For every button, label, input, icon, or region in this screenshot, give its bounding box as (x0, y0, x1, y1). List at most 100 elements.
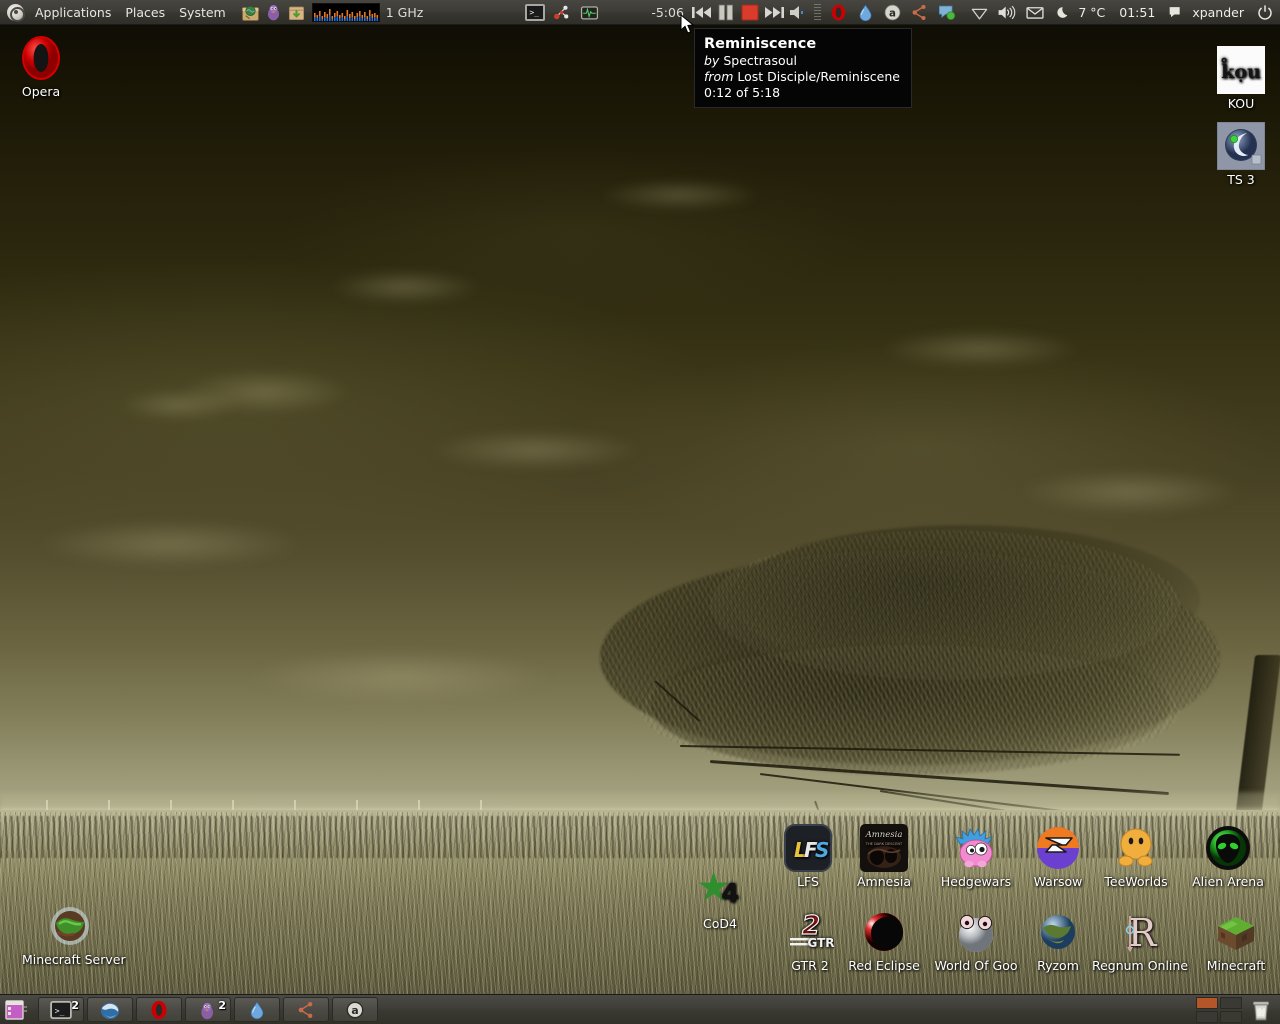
show-desktop-button[interactable] (4, 998, 28, 1022)
desktop-icon-ts3[interactable]: TS 3 (1198, 121, 1280, 187)
workspace-2[interactable] (1220, 996, 1242, 1009)
cloud (120, 390, 240, 420)
taskbutton-terminal[interactable]: >_ 2 (38, 997, 84, 1022)
desktop-icon-amnesia[interactable]: Amnesia THE DARK DESCENT Amnesia (841, 824, 927, 889)
cloud (40, 520, 300, 568)
desktop-icon-label: Minecraft Server (22, 952, 126, 967)
track-title: Reminiscence (704, 36, 817, 52)
menu-places[interactable]: Places (118, 2, 172, 23)
cpu-load-graph[interactable] (311, 2, 380, 22)
pidgin-tray-icon[interactable] (937, 3, 956, 22)
workspace-4[interactable] (1220, 1010, 1242, 1023)
desktop-icon-label: Opera (21, 84, 61, 99)
power-icon[interactable] (1256, 3, 1274, 22)
menu-system[interactable]: System (172, 2, 233, 23)
ubuntu-logo-icon[interactable] (7, 3, 25, 22)
svg-text:THE DARK DESCENT: THE DARK DESCENT (865, 842, 903, 846)
desktop-icon-label: CoD4 (703, 916, 737, 931)
user-bubble-icon[interactable] (1167, 3, 1183, 22)
desktop-icon-alien-arena[interactable]: Alien Arena (1178, 824, 1278, 889)
cloud (880, 330, 1080, 368)
svg-text:Amnesia: Amnesia (865, 830, 903, 840)
cloud (600, 180, 760, 210)
svg-text:>_: >_ (55, 1005, 65, 1015)
opera-tray-icon[interactable] (829, 3, 848, 22)
status-area: 7 °C 01:51 xpander (968, 3, 1280, 22)
desktop-icon-opera[interactable]: Opera (4, 34, 78, 99)
svg-text:4: 4 (721, 879, 739, 909)
weather-temperature: 7 °C (1078, 4, 1106, 20)
desktop-icon-label: Warsow (1033, 874, 1083, 889)
svg-text:S: S (815, 838, 829, 862)
desktop-icon-regnum-online[interactable]: R Regnum Online (1084, 908, 1196, 973)
world-of-goo-icon (952, 908, 1000, 956)
desktop-screen: Applications Places System 1 GHz >_ -5:0… (0, 0, 1280, 1024)
notification-tray: a (827, 3, 958, 22)
teeworlds-icon (1112, 824, 1160, 872)
launcher-pidgin-icon[interactable] (264, 3, 283, 22)
opera-icon (17, 34, 65, 82)
desktop-icon-teeworlds[interactable]: TeeWorlds (1090, 824, 1182, 889)
taskbutton-deluge[interactable] (234, 997, 280, 1022)
desktop-icon-label: Red Eclipse (848, 958, 920, 973)
desktop-icon-cod4[interactable]: 4 CoD4 (678, 866, 762, 931)
top-panel: Applications Places System 1 GHz >_ -5:0… (0, 0, 1280, 25)
desktop-icon-warsow[interactable]: Warsow (1018, 824, 1098, 889)
panel-quicklaunch: >_ (525, 3, 601, 22)
terminal-icon[interactable]: >_ (525, 3, 546, 21)
desktop-icon-label: LFS (797, 874, 819, 889)
next-track-button[interactable] (763, 3, 785, 22)
workspace-1[interactable] (1196, 996, 1218, 1009)
panel-clock[interactable]: 01:51 (1113, 5, 1161, 20)
cod4-icon: 4 (696, 866, 744, 914)
stop-button[interactable] (739, 3, 761, 22)
desktop-icon-lfs[interactable]: L F S LFS (770, 824, 846, 889)
now-playing-tooltip: Reminiscence by Spectrasoul from Lost Di… (694, 28, 912, 108)
taskbutton-thunderbird[interactable] (87, 997, 133, 1022)
network-share-icon[interactable] (910, 3, 929, 22)
desktop-icon-label: GTR 2 (791, 958, 829, 973)
menu-applications[interactable]: Applications (28, 2, 118, 23)
volume-button[interactable] (787, 3, 809, 22)
network-wireless-icon[interactable] (970, 3, 989, 22)
workspace-switcher[interactable] (1196, 996, 1242, 1023)
desktop-icon-minecraft[interactable]: Minecraft (1192, 908, 1280, 973)
amnesia-icon: Amnesia THE DARK DESCENT (860, 824, 908, 872)
system-monitor-icon[interactable] (580, 3, 599, 22)
taskbutton-ardour[interactable]: a (332, 997, 378, 1022)
desktop-icon-hedgewars[interactable]: Hedgewars (928, 824, 1024, 889)
panel-launchers (239, 3, 308, 22)
alien-arena-icon (1204, 824, 1252, 872)
pause-button[interactable] (715, 3, 737, 22)
launcher-package-icon[interactable] (287, 3, 306, 22)
taskbutton-network[interactable] (283, 997, 329, 1022)
desktop-icon-gtr2[interactable]: 2 GTR GTR 2 (773, 908, 847, 973)
desktop-icon-world-of-goo[interactable]: World Of Goo (926, 908, 1026, 973)
by-label: by (704, 53, 720, 69)
desktop-icon-red-eclipse[interactable]: Red Eclipse (838, 908, 930, 973)
track-artist: Spectrasoul (723, 53, 798, 69)
username-label[interactable]: xpander (1189, 5, 1250, 20)
panel-menubar: Applications Places System (28, 2, 233, 23)
trash-icon[interactable] (1250, 998, 1272, 1022)
molecule-icon[interactable] (552, 3, 571, 22)
applet-drag-handle[interactable] (813, 3, 821, 21)
track-album-line: from Lost Disciple/Reminiscene (704, 69, 902, 85)
wallpaper-tree (560, 505, 1280, 839)
taskbutton-pidgin[interactable]: 2 (185, 997, 231, 1022)
desktop-icon-label: TeeWorlds (1104, 874, 1168, 889)
workspace-3[interactable] (1196, 1010, 1218, 1023)
volume-speaker-icon[interactable] (997, 3, 1016, 22)
desktop-icon-kou[interactable]: k̊ọu KOU (1198, 46, 1280, 111)
desktop-icon-minecraft-server[interactable]: Minecraft Server (22, 902, 126, 967)
moon-icon (1057, 6, 1068, 18)
launcher-globe-box-icon[interactable] (241, 3, 260, 22)
hedgewars-icon (952, 824, 1000, 872)
svg-text:a: a (351, 1004, 358, 1017)
taskbutton-opera[interactable] (136, 997, 182, 1022)
desktop-icon-label: TS 3 (1227, 172, 1255, 187)
mail-envelope-icon[interactable] (1024, 3, 1046, 22)
deluge-tray-icon[interactable] (856, 3, 875, 22)
from-label: from (704, 69, 734, 85)
ardour-tray-icon[interactable]: a (883, 3, 902, 22)
